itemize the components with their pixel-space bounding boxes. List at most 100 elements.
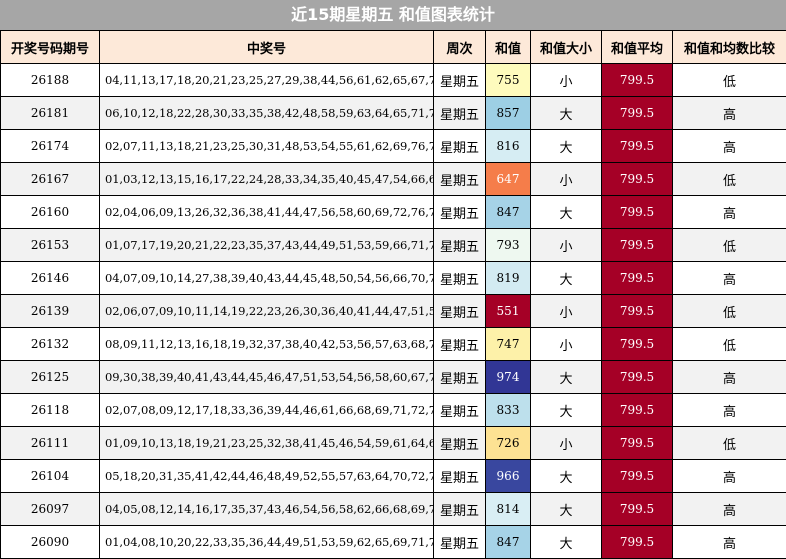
week-cell: 星期五 (433, 327, 486, 361)
numbers-cell: 02,06,07,09,10,11,14,19,22,23,26,30,36,4… (99, 294, 434, 328)
sum-average-cell: 799.5 (601, 492, 673, 526)
period-cell: 26132 (0, 327, 100, 361)
numbers-cell: 01,07,17,19,20,21,22,23,35,37,43,44,49,5… (99, 228, 434, 262)
week-cell: 星期五 (433, 492, 486, 526)
sum-size-cell: 大 (530, 360, 602, 394)
table-row: 26174 02,07,11,13,18,21,23,25,30,31,48,53… (0, 129, 786, 163)
numbers-cell: 08,09,11,12,13,16,18,19,32,37,38,40,42,5… (99, 327, 434, 361)
sum-average-cell: 799.5 (601, 96, 673, 130)
table-row: 26125 09,30,38,39,40,41,43,44,45,46,47,51… (0, 360, 786, 394)
week-cell: 星期五 (433, 426, 486, 460)
comparison-cell: 高 (672, 195, 786, 229)
period-cell: 26160 (0, 195, 100, 229)
week-cell: 星期五 (433, 360, 486, 394)
numbers-cell: 04,05,08,12,14,16,17,35,37,43,46,54,56,5… (99, 492, 434, 526)
week-cell: 星期五 (433, 393, 486, 427)
week-cell: 星期五 (433, 162, 486, 196)
sum-average-cell: 799.5 (601, 195, 673, 229)
comparison-cell: 高 (672, 393, 786, 427)
table-row: 26090 01,04,08,10,20,22,33,35,36,44,49,51… (0, 525, 786, 559)
sum-average-cell: 799.5 (601, 228, 673, 262)
numbers-cell: 06,10,12,18,22,28,30,33,35,38,42,48,58,5… (99, 96, 434, 130)
period-cell: 26167 (0, 162, 100, 196)
comparison-cell: 低 (672, 426, 786, 460)
header-sum: 和值 (485, 30, 531, 64)
sum-size-cell: 大 (530, 492, 602, 526)
comparison-cell: 高 (672, 261, 786, 295)
numbers-cell: 04,07,09,10,14,27,38,39,40,43,44,45,48,5… (99, 261, 434, 295)
sum-cell: 847 (485, 525, 531, 559)
numbers-cell: 09,30,38,39,40,41,43,44,45,46,47,51,53,5… (99, 360, 434, 394)
header-period: 开奖号码期号 (0, 30, 100, 64)
period-cell: 26146 (0, 261, 100, 295)
sum-size-cell: 大 (530, 129, 602, 163)
sum-average-cell: 799.5 (601, 393, 673, 427)
table-row: 26132 08,09,11,12,13,16,18,19,32,37,38,40… (0, 327, 786, 361)
sum-size-cell: 大 (530, 525, 602, 559)
table-row: 26160 02,04,06,09,13,26,32,36,38,41,44,47… (0, 195, 786, 229)
week-cell: 星期五 (433, 96, 486, 130)
comparison-cell: 高 (672, 492, 786, 526)
table-row: 26104 05,18,20,31,35,41,42,44,46,48,49,52… (0, 459, 786, 493)
comparison-cell: 高 (672, 360, 786, 394)
page-title: 近15期星期五 和值图表统计 (0, 0, 786, 30)
sum-cell: 974 (485, 360, 531, 394)
table-row: 26146 04,07,09,10,14,27,38,39,40,43,44,45… (0, 261, 786, 295)
sum-average-cell: 799.5 (601, 294, 673, 328)
comparison-cell: 高 (672, 459, 786, 493)
week-cell: 星期五 (433, 294, 486, 328)
sum-average-cell: 799.5 (601, 459, 673, 493)
numbers-cell: 01,03,12,13,15,16,17,22,24,28,33,34,35,4… (99, 162, 434, 196)
sum-cell: 647 (485, 162, 531, 196)
sum-cell: 755 (485, 63, 531, 97)
header-comparison: 和值和均数比较 (672, 30, 786, 64)
table-row: 26167 01,03,12,13,15,16,17,22,24,28,33,34… (0, 162, 786, 196)
table-row: 26188 04,11,13,17,18,20,21,23,25,27,29,38… (0, 63, 786, 97)
sum-size-cell: 小 (530, 426, 602, 460)
sum-average-cell: 799.5 (601, 327, 673, 361)
period-cell: 26188 (0, 63, 100, 97)
table-row: 26139 02,06,07,09,10,11,14,19,22,23,26,30… (0, 294, 786, 328)
sum-size-cell: 小 (530, 327, 602, 361)
comparison-cell: 低 (672, 63, 786, 97)
comparison-cell: 高 (672, 525, 786, 559)
numbers-cell: 05,18,20,31,35,41,42,44,46,48,49,52,55,5… (99, 459, 434, 493)
sum-size-cell: 大 (530, 96, 602, 130)
sum-cell: 819 (485, 261, 531, 295)
numbers-cell: 01,04,08,10,20,22,33,35,36,44,49,51,53,5… (99, 525, 434, 559)
sum-size-cell: 小 (530, 228, 602, 262)
week-cell: 星期五 (433, 261, 486, 295)
sum-average-cell: 799.5 (601, 63, 673, 97)
chart-page: 近15期星期五 和值图表统计 开奖号码期号 中奖号 周次 和值 和值大小 和值平… (0, 0, 786, 559)
sum-size-cell: 小 (530, 63, 602, 97)
sum-cell: 747 (485, 327, 531, 361)
week-cell: 星期五 (433, 129, 486, 163)
sum-cell: 833 (485, 393, 531, 427)
sum-average-cell: 799.5 (601, 261, 673, 295)
numbers-cell: 02,07,11,13,18,21,23,25,30,31,48,53,54,5… (99, 129, 434, 163)
sum-size-cell: 大 (530, 459, 602, 493)
week-cell: 星期五 (433, 195, 486, 229)
sum-average-cell: 799.5 (601, 360, 673, 394)
table-row: 26118 02,07,08,09,12,17,18,33,36,39,44,46… (0, 393, 786, 427)
sum-average-cell: 799.5 (601, 129, 673, 163)
sum-cell: 847 (485, 195, 531, 229)
comparison-cell: 高 (672, 96, 786, 130)
header-numbers: 中奖号 (99, 30, 434, 64)
sum-cell: 857 (485, 96, 531, 130)
period-cell: 26125 (0, 360, 100, 394)
numbers-cell: 02,04,06,09,13,26,32,36,38,41,44,47,56,5… (99, 195, 434, 229)
period-cell: 26111 (0, 426, 100, 460)
week-cell: 星期五 (433, 525, 486, 559)
sum-statistics-table: 开奖号码期号 中奖号 周次 和值 和值大小 和值平均 和值和均数比较 26188… (0, 30, 786, 559)
header-row: 开奖号码期号 中奖号 周次 和值 和值大小 和值平均 和值和均数比较 (0, 30, 786, 64)
period-cell: 26090 (0, 525, 100, 559)
period-cell: 26153 (0, 228, 100, 262)
period-cell: 26174 (0, 129, 100, 163)
sum-cell: 793 (485, 228, 531, 262)
numbers-cell: 01,09,10,13,18,19,21,23,25,32,38,41,45,4… (99, 426, 434, 460)
table-row: 26181 06,10,12,18,22,28,30,33,35,38,42,48… (0, 96, 786, 130)
header-sum-average: 和值平均 (601, 30, 673, 64)
period-cell: 26118 (0, 393, 100, 427)
comparison-cell: 高 (672, 129, 786, 163)
